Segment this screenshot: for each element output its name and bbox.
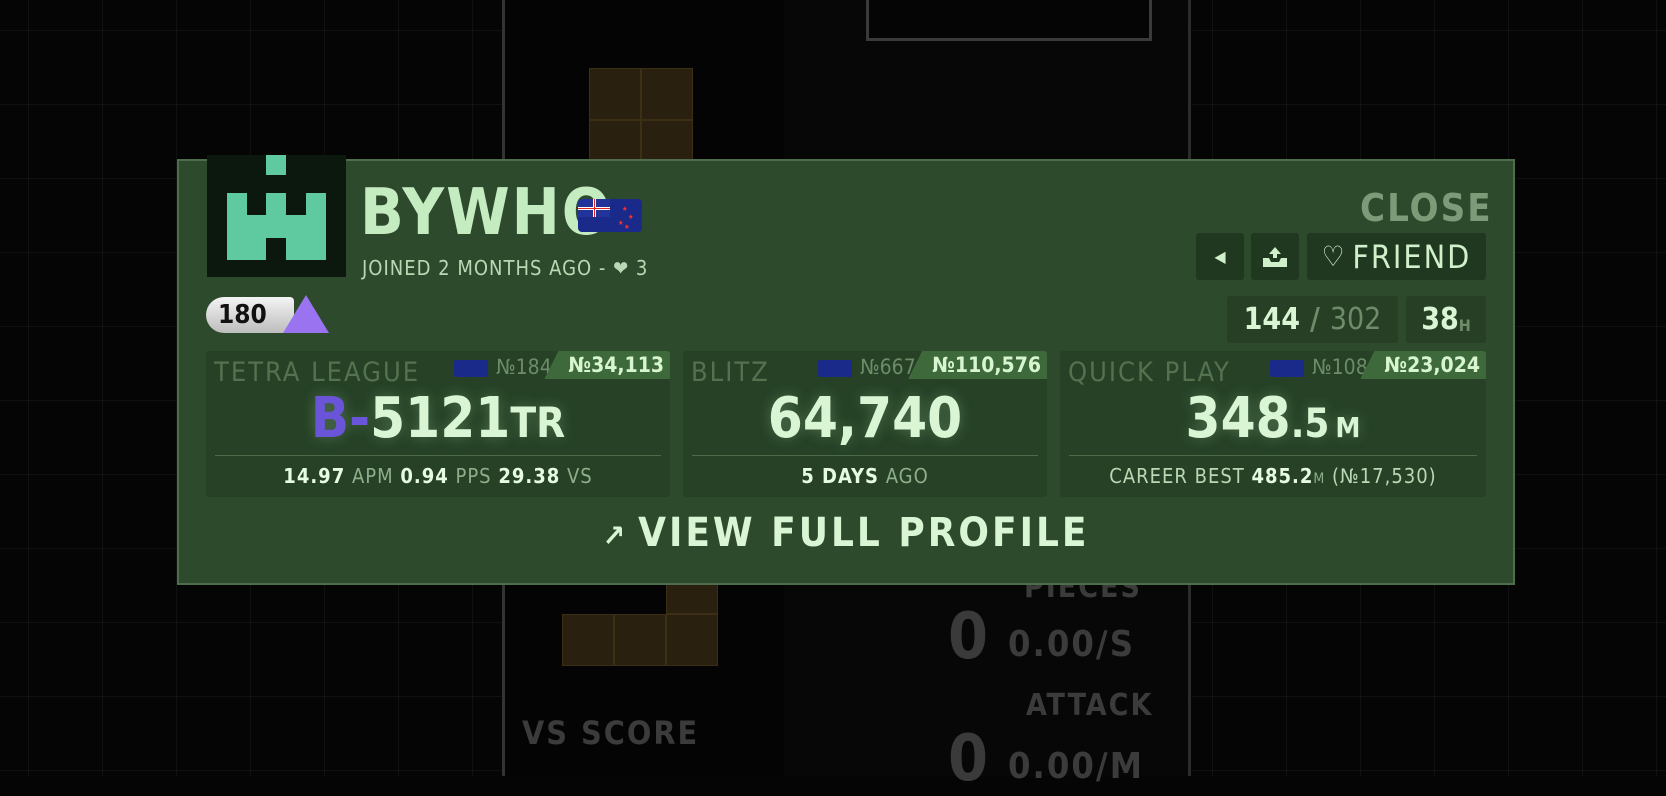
pieces-value: 0 [948, 600, 989, 674]
achievement-slash: / [1309, 302, 1320, 337]
external-link-icon: ↗ [602, 519, 629, 554]
country-rank: №108 [1270, 355, 1368, 379]
pieces-rate: 0.00/S [1008, 624, 1136, 665]
blitz-when: 5 DAYS AGO [801, 464, 929, 488]
avatar [207, 155, 346, 277]
inbox-icon [1263, 246, 1287, 267]
view-full-profile-button[interactable]: ↗ VIEW FULL PROFILE [177, 510, 1515, 556]
quick-play-panel[interactable]: QUICK PLAY №108 №23,024 348.5 M CAREER BE… [1060, 351, 1486, 497]
friend-label: FRIEND [1352, 237, 1472, 276]
separator: - [598, 256, 607, 280]
view-full-profile-label: VIEW FULL PROFILE [638, 510, 1090, 556]
vs-score-label: VS SCORE [522, 714, 700, 752]
achievement-total: 302 [1329, 302, 1382, 337]
ghost-block [641, 68, 693, 120]
playtime-box: 38 H [1406, 296, 1486, 343]
achievements-box: 144 / 302 [1227, 296, 1398, 343]
attack-label: ATTACK [1026, 688, 1154, 723]
country-rank: №184 [454, 355, 552, 379]
hours-value: 38 [1421, 302, 1459, 337]
close-button[interactable]: CLOSE [1360, 186, 1493, 230]
global-rank: №34,113 [544, 351, 670, 379]
altitude: 348.5 M [1185, 386, 1361, 451]
ghost-block [614, 614, 666, 666]
tr-unit: TR [510, 398, 566, 447]
panel-title: BLITZ [691, 357, 770, 388]
new-zealand-flag-icon [818, 359, 852, 377]
joined-text: JOINED 2 MONTHS AGO [362, 256, 593, 280]
panel-title: QUICK PLAY [1068, 357, 1231, 388]
tr-value: 5121 [370, 386, 511, 451]
heart-outline-icon: ♡ [1321, 240, 1347, 273]
hours-unit: H [1458, 316, 1471, 335]
friend-button[interactable]: ♡ FRIEND [1307, 233, 1486, 280]
ghost-block [589, 68, 641, 120]
ghost-block [562, 614, 614, 666]
country-rank: №667 [818, 355, 916, 379]
username: BYWHO [360, 176, 613, 250]
level-badge: 180 [206, 297, 294, 333]
caret-left-icon: ◀ [1214, 247, 1226, 266]
ghost-block [666, 614, 718, 666]
global-rank: №23,024 [1360, 351, 1486, 379]
divider [692, 455, 1038, 456]
tr-rating: B-5121TR [206, 391, 670, 447]
inbox-button[interactable] [1251, 233, 1299, 280]
new-zealand-flag-icon: ★ ★ ★ ★ [578, 199, 642, 232]
attack-value: 0 [948, 722, 989, 796]
next-queue-box [866, 0, 1152, 41]
level-value: 180 [218, 300, 267, 330]
new-zealand-flag-icon [454, 359, 488, 377]
new-zealand-flag-icon [1270, 359, 1304, 377]
heart-icon: ❤ [613, 256, 630, 280]
attack-rate: 0.00/M [1008, 746, 1144, 787]
tetra-league-panel[interactable]: TETRA LEAGUE №184 №34,113 B-5121TR 14.97… [206, 351, 670, 497]
join-info: JOINED 2 MONTHS AGO - ❤ 3 [362, 256, 648, 280]
divider [1069, 455, 1477, 456]
global-rank: №110,576 [908, 351, 1047, 379]
tl-stats: 14.97 APM 0.94 PPS 29.38 VS [283, 464, 593, 488]
blitz-score: 64,740 [767, 386, 963, 451]
rank-triangle-icon [283, 295, 329, 333]
panel-title: TETRA LEAGUE [214, 357, 421, 388]
career-best: CAREER BEST 485.2M (№17,530) [1109, 464, 1437, 488]
heart-count: 3 [635, 256, 649, 280]
rank-letter: B- [310, 386, 371, 451]
back-button[interactable]: ◀ [1196, 233, 1244, 280]
achievement-count: 144 [1243, 302, 1300, 337]
blitz-panel[interactable]: BLITZ №667 №110,576 64,740 5 DAYS AGO [683, 351, 1047, 497]
divider [215, 455, 661, 456]
